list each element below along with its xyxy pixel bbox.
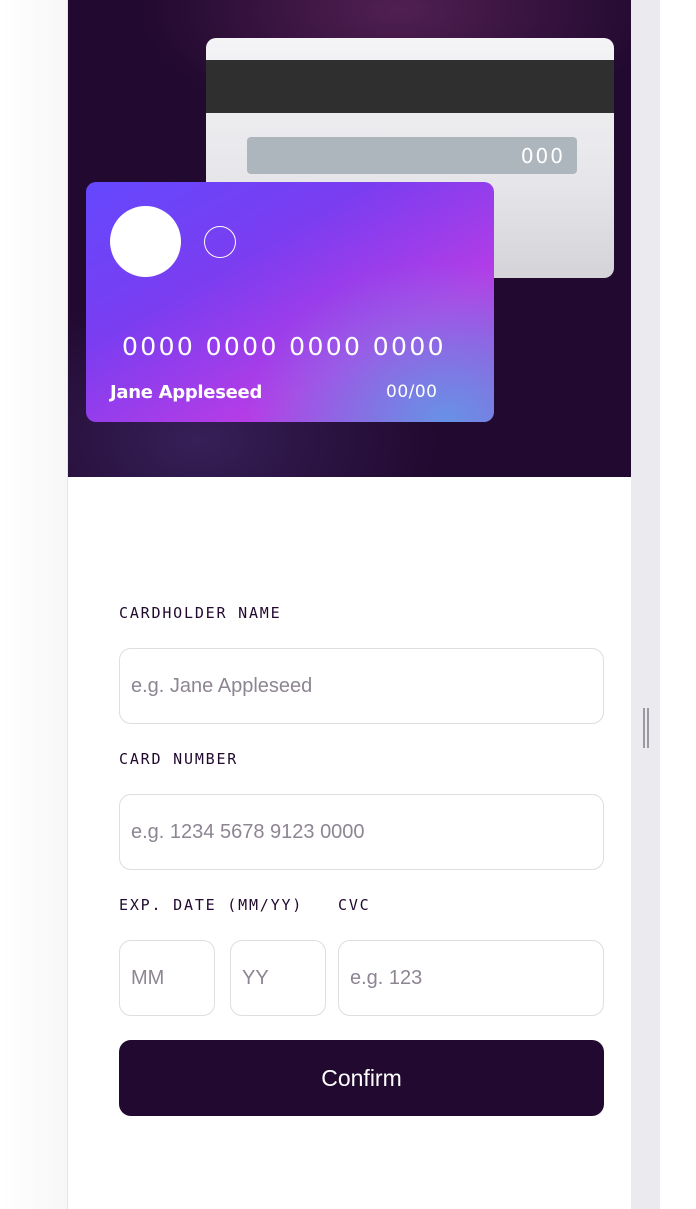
cvc-label: CVC <box>338 896 371 914</box>
card-front: 0000 0000 0000 0000 Jane Appleseed 00/00 <box>86 182 494 422</box>
cvc-input[interactable] <box>338 940 604 1016</box>
card-front-expiry: 00/00 <box>386 382 438 402</box>
resize-handle-icon[interactable] <box>642 708 650 748</box>
confirm-button[interactable]: Confirm <box>119 1040 604 1116</box>
card-front-number: 0000 0000 0000 0000 <box>122 332 446 361</box>
cardholder-name-label: CARDHOLDER NAME <box>119 604 282 622</box>
magnetic-stripe <box>206 60 614 113</box>
card-logo-outline-circle-icon <box>204 226 236 258</box>
exp-month-input[interactable] <box>119 940 215 1016</box>
left-margin <box>0 0 68 1209</box>
card-number-input[interactable] <box>119 794 604 870</box>
exp-date-label: EXP. DATE (MM/YY) <box>119 896 304 914</box>
exp-year-input[interactable] <box>230 940 326 1016</box>
card-back-cvc: 000 <box>520 143 565 168</box>
resize-gutter[interactable] <box>631 0 660 1209</box>
card-number-label: CARD NUMBER <box>119 750 239 768</box>
card-details-app: 000 0000 0000 0000 0000 Jane Appleseed 0… <box>68 0 631 1209</box>
card-front-name: Jane Appleseed <box>110 382 263 403</box>
hero-background: 000 0000 0000 0000 0000 Jane Appleseed 0… <box>68 0 631 477</box>
cardholder-name-input[interactable] <box>119 648 604 724</box>
card-logo-filled-circle-icon <box>110 206 181 277</box>
signature-strip: 000 <box>247 137 577 174</box>
